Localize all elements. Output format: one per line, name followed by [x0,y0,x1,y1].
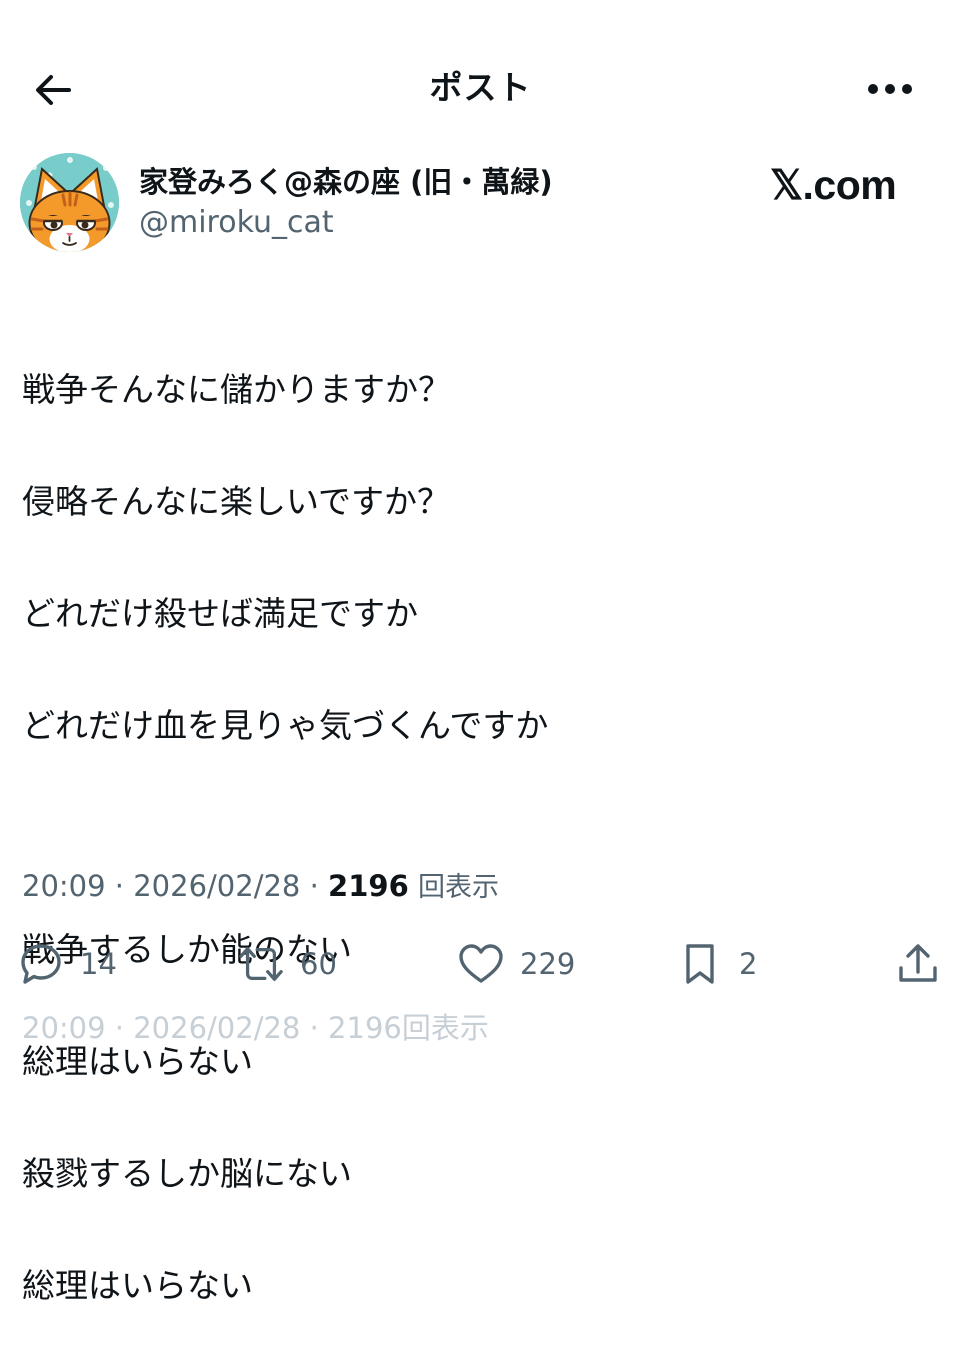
post-time[interactable]: 20:09 [22,869,106,903]
post-line-blank [22,810,942,866]
heart-icon [459,944,503,983]
like-count: 229 [520,947,576,981]
post-meta: 20:09 · 2026/02/28 · 2196 回表示 [22,866,499,908]
user-handle[interactable]: @miroku_cat [139,205,334,241]
bookmark-button[interactable]: 2 [677,938,757,990]
display-name[interactable]: 家登みろく@森の座 (旧・萬緑) [139,164,553,200]
reply-button[interactable]: 14 [18,938,117,990]
views-label: 回表示 [417,872,499,903]
action-bar: 14 60 229 2 [0,938,961,990]
repost-count: 60 [300,947,337,981]
more-horizontal-icon [868,84,912,94]
ghost-meta-row: 20:09 · 2026/02/28 · 2196回表示 [22,1008,489,1048]
ghost-separator: · [105,1011,134,1045]
post-text: 戦争そんなに儲かりますか？ 侵略そんなに楽しいですか？ どれだけ殺せば満足ですか… [22,306,942,1370]
post-author: 家登みろく@森の座 (旧・萬緑) @miroku_cat 𝕏.com [0,150,961,255]
meta-separator: · [300,869,329,903]
share-icon [899,944,937,982]
repost-icon [239,947,283,981]
orange-cat-avatar [20,153,119,252]
share-button[interactable] [895,938,941,990]
like-button[interactable]: 229 [458,938,575,990]
bookmark-icon [686,944,714,984]
post-date[interactable]: 2026/02/28 [133,869,300,903]
ghost-separator: · [300,1011,329,1045]
page-title: ポスト [429,68,532,107]
bookmark-count: 2 [739,947,758,981]
meta-separator: · [105,869,134,903]
repost-button[interactable]: 60 [238,938,337,990]
post-line: どれだけ血を見りゃ気づくんですか [22,706,549,745]
post-line: 殺戮するしか脳にない [22,1154,352,1193]
post-line: 戦争そんなに儲かりますか？ [22,370,451,409]
views-count[interactable]: 2196 [328,869,409,903]
reply-icon [21,944,61,984]
ghost-time: 20:09 [22,1011,106,1045]
ghost-views-label: 回表示 [401,1011,489,1045]
reply-count: 14 [80,947,117,981]
post-line: どれだけ殺せば満足ですか [22,594,418,633]
ghost-date: 2026/02/28 [133,1011,301,1045]
more-button[interactable] [862,69,918,109]
avatar[interactable] [20,153,119,252]
post-line: 総理はいらない [22,1266,253,1305]
top-bar: ポスト [0,55,961,121]
brand-watermark: 𝕏.com [770,162,897,208]
ghost-views: 2196 [328,1011,402,1045]
post-line: 侵略そんなに楽しいですか？ [22,482,451,521]
